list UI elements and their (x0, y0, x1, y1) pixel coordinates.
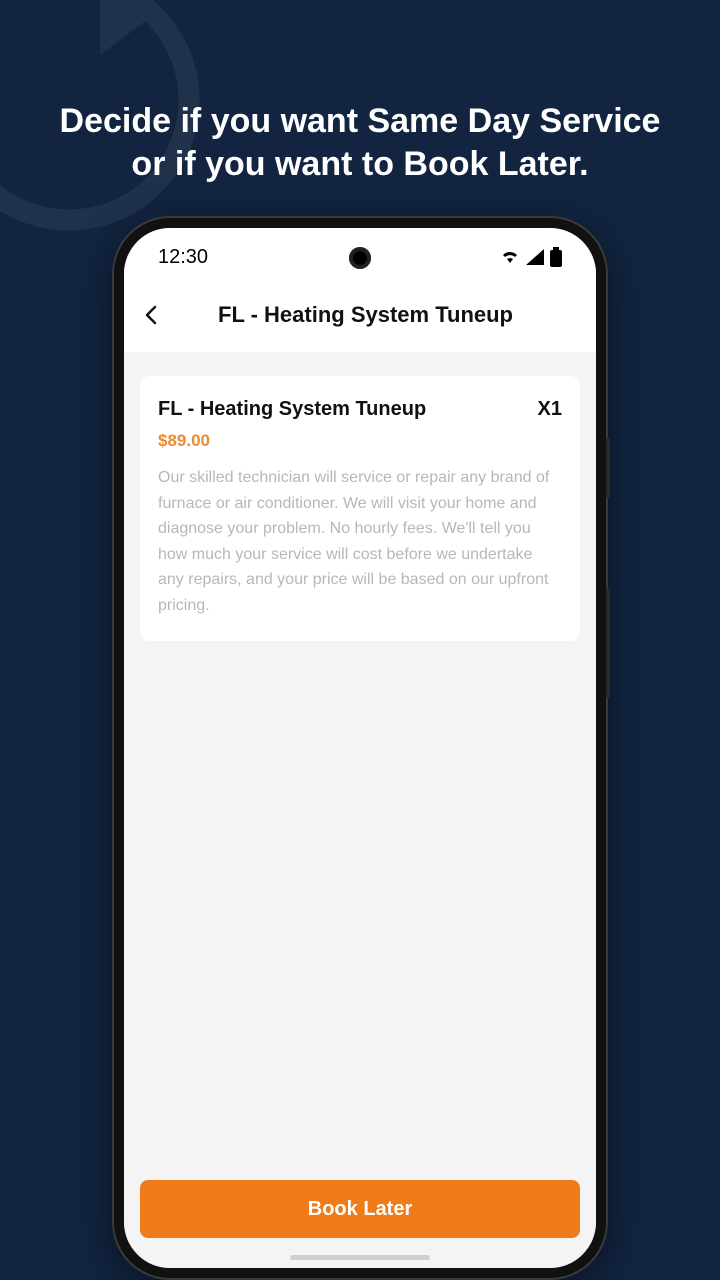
phone-mockup: 12:30 FL - Heating System Tuneup FL - He… (114, 218, 606, 1278)
service-price: $89.00 (158, 431, 562, 451)
service-title: FL - Heating System Tuneup (158, 398, 426, 421)
battery-icon (550, 247, 562, 267)
page-title: FL - Heating System Tuneup (218, 302, 576, 328)
service-card: FL - Heating System Tuneup X1 $89.00 Our… (140, 376, 580, 641)
book-later-button[interactable]: Book Later (140, 1180, 580, 1238)
hero-heading: Decide if you want Same Day Service or i… (0, 0, 720, 185)
service-description: Our skilled technician will service or r… (158, 465, 562, 619)
chevron-left-icon (145, 305, 157, 325)
home-indicator (290, 1255, 430, 1260)
back-button[interactable] (144, 304, 158, 326)
status-time: 12:30 (158, 246, 208, 269)
app-header: FL - Heating System Tuneup (124, 286, 596, 352)
wifi-icon (500, 249, 520, 265)
camera-cutout (349, 247, 371, 269)
signal-icon (526, 249, 544, 265)
service-quantity: X1 (538, 398, 562, 421)
content-area: FL - Heating System Tuneup X1 $89.00 Our… (124, 352, 596, 1180)
